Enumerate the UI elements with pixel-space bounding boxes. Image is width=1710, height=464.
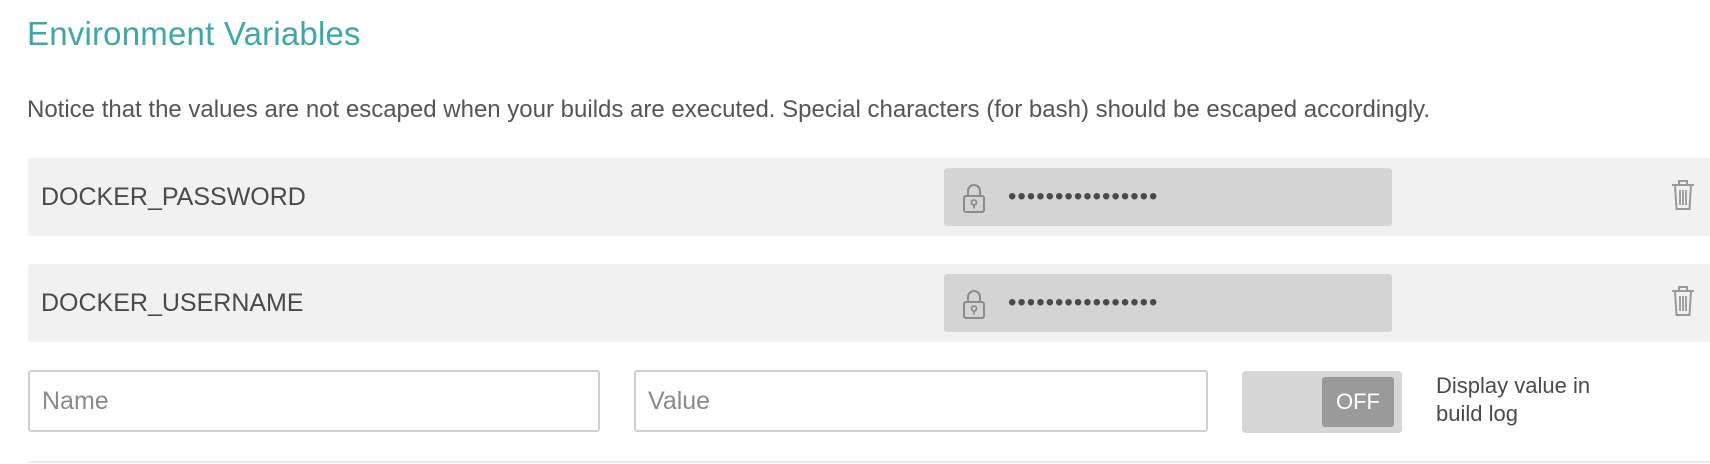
display-value-caption: Display value in build log — [1436, 373, 1591, 426]
env-var-name: DOCKER_USERNAME — [41, 289, 304, 317]
lock-icon — [960, 182, 988, 214]
display-value-toggle[interactable]: OFF — [1242, 371, 1402, 433]
env-var-row: DOCKER_PASSWORD •••••••••••••••• — [28, 158, 1710, 236]
toggle-state-label: OFF — [1322, 377, 1394, 427]
lock-icon — [960, 288, 988, 320]
trash-icon[interactable] — [1670, 178, 1696, 212]
masked-value: •••••••••••••••• — [1008, 289, 1159, 316]
masked-value: •••••••••••••••• — [1008, 183, 1159, 210]
escape-notice: Notice that the values are not escaped w… — [27, 96, 1431, 123]
divider — [28, 461, 1710, 463]
env-var-row: DOCKER_USERNAME •••••••••••••••• — [28, 264, 1710, 342]
value-input[interactable] — [634, 370, 1208, 432]
name-input[interactable] — [28, 370, 600, 432]
trash-icon[interactable] — [1670, 284, 1696, 318]
env-var-value-masked: •••••••••••••••• — [944, 168, 1392, 226]
env-var-name: DOCKER_PASSWORD — [41, 183, 306, 211]
section-title: Environment Variables — [27, 15, 361, 52]
env-var-value-masked: •••••••••••••••• — [944, 274, 1392, 332]
